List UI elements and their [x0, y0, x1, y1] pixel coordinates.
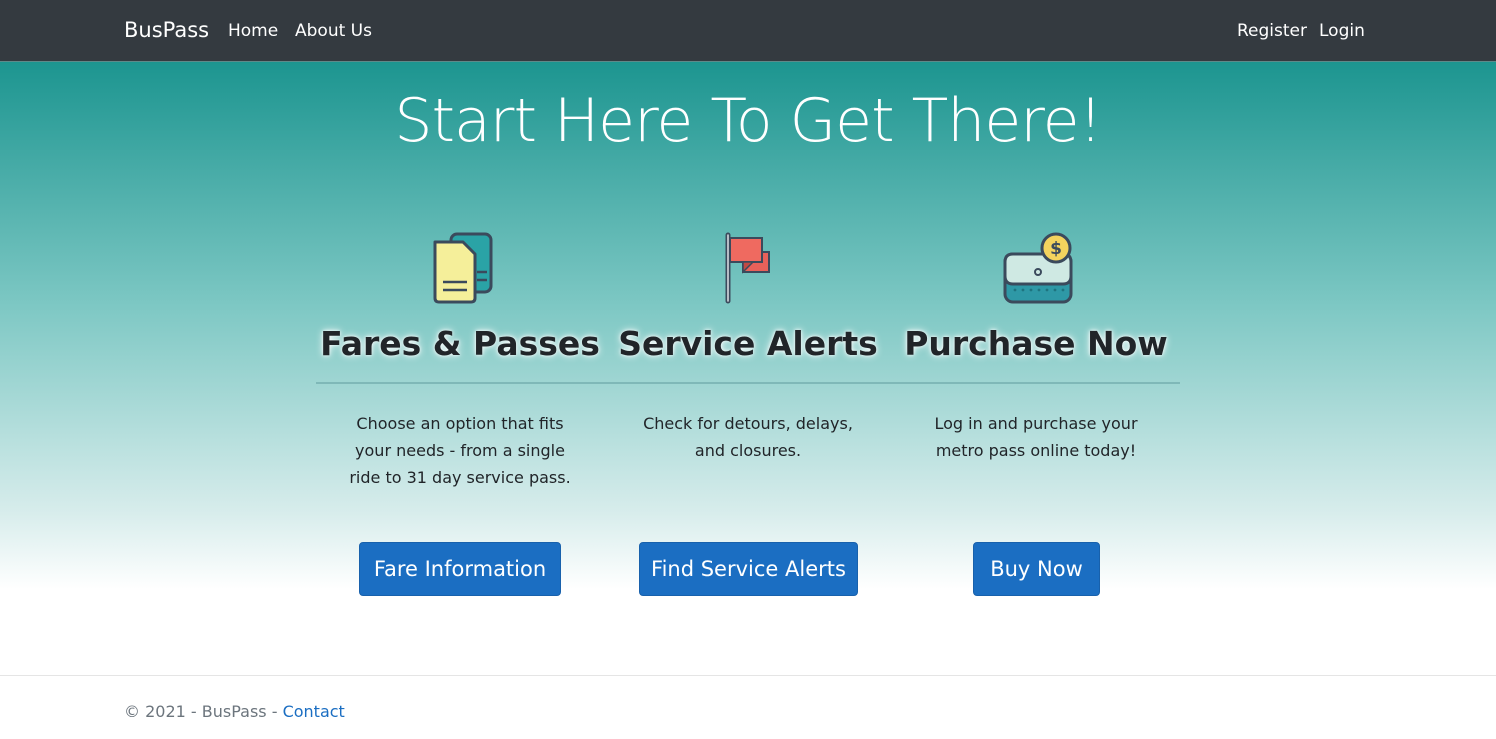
page-footer: © 2021 - BusPass - Contact — [0, 675, 1496, 739]
find-service-alerts-button[interactable]: Find Service Alerts — [639, 542, 858, 596]
svg-text:$: $ — [1050, 239, 1062, 259]
top-navbar: BusPass Home About Us Register Login — [0, 0, 1496, 62]
hero-section: Start Here To Get There! Fares & Passes … — [0, 62, 1496, 675]
fares-description: Choose an option that fits your needs - … — [349, 414, 571, 487]
flag-icon — [725, 232, 770, 304]
wallet-icon: $ — [1003, 232, 1073, 304]
nav-link-login[interactable]: Login — [1319, 21, 1365, 41]
copyright-text: © 2021 - BusPass - — [124, 702, 283, 721]
service-alerts-heading: Service Alerts — [618, 324, 878, 363]
hero-title: Start Here To Get There! — [394, 86, 1102, 156]
service-alerts-description: Check for detours, delays, and closures. — [643, 414, 853, 460]
brand-link[interactable]: BusPass — [124, 18, 209, 42]
contact-link[interactable]: Contact — [283, 702, 345, 721]
nav-link-about-us[interactable]: About Us — [295, 21, 372, 41]
purchase-now-description: Log in and purchase your metro pass onli… — [934, 414, 1138, 460]
footer-text: © 2021 - BusPass - Contact — [124, 702, 345, 721]
nav-link-home[interactable]: Home — [228, 21, 278, 41]
fare-information-button[interactable]: Fare Information — [359, 542, 561, 596]
purchase-now-heading: Purchase Now — [904, 324, 1168, 363]
fares-heading: Fares & Passes — [320, 324, 600, 363]
buy-now-button[interactable]: Buy Now — [973, 542, 1100, 596]
documents-icon — [433, 232, 493, 304]
nav-link-register[interactable]: Register — [1237, 21, 1307, 41]
section-divider — [316, 382, 1180, 384]
